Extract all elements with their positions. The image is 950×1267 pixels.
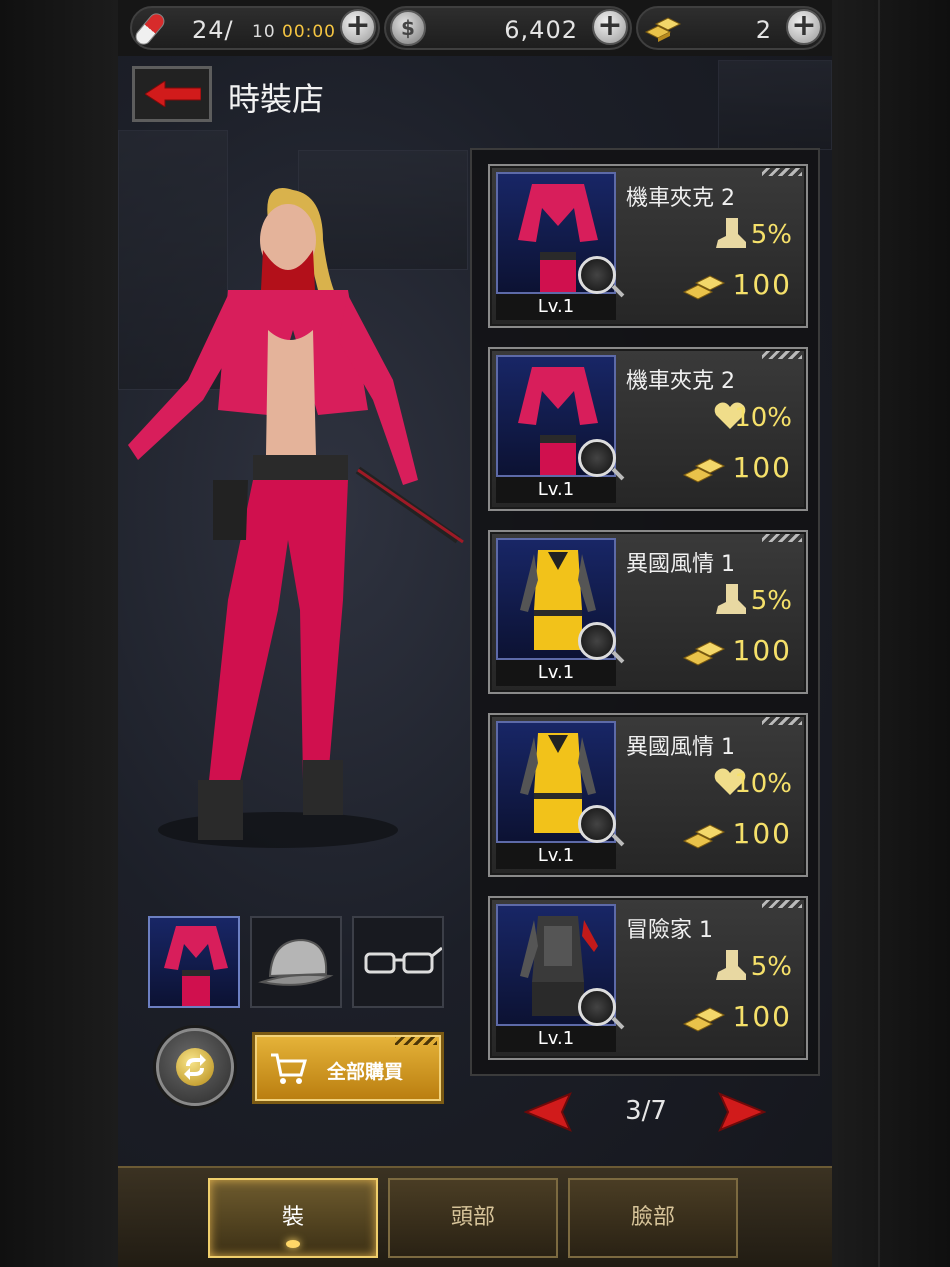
buy-all-button[interactable]: 全部購買 [252, 1032, 444, 1104]
tab-label: 臉部 [630, 1205, 675, 1230]
gold-counter: 2 + [636, 6, 826, 50]
energy-counter: 24/ 10 00:00 + [130, 6, 380, 50]
right-frame [832, 0, 950, 1267]
energy-pill-icon [132, 10, 168, 48]
item-card[interactable]: Lv.1 異國風情 1 10% 100 [488, 713, 808, 877]
add-energy-button[interactable]: + [340, 9, 376, 45]
item-card[interactable]: Lv.1 機車夾克 2 10% 100 [488, 347, 808, 511]
refresh-icon [176, 1048, 214, 1086]
slot-head[interactable] [250, 916, 342, 1008]
background-shelf [718, 60, 832, 150]
item-bonus: 5% [750, 586, 792, 616]
gold-bars-icon [682, 275, 726, 300]
item-bonus: 5% [750, 952, 792, 982]
tab-label: 頭部 [450, 1205, 495, 1230]
page-title: 時裝店 [228, 80, 325, 118]
energy-timer: 00:00 [282, 22, 336, 42]
item-card[interactable]: Lv.1 異國風情 1 5% 100 [488, 530, 808, 694]
decor-stripes [762, 168, 802, 176]
previous-page-button[interactable] [524, 1092, 572, 1132]
next-page-button[interactable] [718, 1092, 766, 1132]
back-arrow-icon [145, 81, 201, 107]
gold-bars-icon [682, 458, 726, 483]
slot-outfit[interactable] [148, 916, 240, 1008]
category-tab-bar: 裝 頭部 臉部 [118, 1166, 832, 1267]
item-bonus: 5% [750, 220, 792, 250]
item-level: Lv.1 [496, 660, 616, 686]
magnify-icon[interactable] [578, 439, 616, 477]
item-price: 100 [732, 268, 792, 301]
coin-value: 6,402 [504, 16, 578, 44]
gold-bars-icon [682, 1007, 726, 1032]
magnify-icon[interactable] [578, 805, 616, 843]
item-level: Lv.1 [496, 294, 616, 320]
item-price: 100 [732, 817, 792, 850]
item-card[interactable]: Lv.1 機車夾克 2 5% 100 [488, 164, 808, 328]
tab-outfit[interactable]: 裝 [208, 1178, 378, 1258]
decor-stripes [762, 900, 802, 908]
shop-screen: 24/ 10 00:00 + $ 6,402 + 2 + 時裝店 全部購買 Lv… [118, 0, 832, 1267]
gold-bars-icon [644, 17, 682, 42]
item-name: 異國風情 1 [626, 552, 735, 577]
silver-coin-icon: $ [390, 10, 426, 46]
character-preview[interactable] [118, 180, 468, 880]
decor-stripes [395, 1037, 437, 1045]
gold-bars-icon [682, 824, 726, 849]
item-bonus: 10% [734, 769, 792, 799]
magnify-icon[interactable] [578, 988, 616, 1026]
decor-stripes [762, 717, 802, 725]
boot-icon [716, 218, 746, 248]
pink-jacket-icon [164, 926, 228, 1006]
back-button[interactable] [132, 66, 212, 122]
cart-icon [271, 1053, 307, 1084]
resource-bar: 24/ 10 00:00 + $ 6,402 + 2 + [118, 0, 832, 56]
item-card[interactable]: Lv.1 冒險家 1 5% 100 [488, 896, 808, 1060]
boot-icon [716, 584, 746, 614]
decor-stripes [762, 534, 802, 542]
item-name: 機車夾克 2 [626, 186, 735, 211]
item-level: Lv.1 [496, 1026, 616, 1052]
coin-counter: $ 6,402 + [384, 6, 632, 50]
magnify-icon[interactable] [578, 622, 616, 660]
decor-stripes [762, 351, 802, 359]
gold-bars-icon [682, 641, 726, 666]
item-level: Lv.1 [496, 843, 616, 869]
item-price: 100 [732, 634, 792, 667]
energy-value: 24/ [192, 16, 234, 44]
slot-face[interactable] [352, 916, 444, 1008]
item-name: 異國風情 1 [626, 735, 735, 760]
item-name: 冒險家 1 [626, 918, 713, 943]
item-level: Lv.1 [496, 477, 616, 503]
item-list-panel: Lv.1 機車夾克 2 5% 100 Lv.1 機車夾克 2 10% 100 L… [470, 148, 820, 1076]
left-frame [0, 0, 118, 1267]
item-price: 100 [732, 451, 792, 484]
cap-icon [258, 938, 334, 986]
tab-label: 裝 [281, 1205, 304, 1230]
refresh-button[interactable] [156, 1028, 234, 1106]
page-indicator: 3/7 [625, 1096, 667, 1126]
boot-icon [716, 950, 746, 980]
gold-value: 2 [755, 16, 772, 44]
item-price: 100 [732, 1000, 792, 1033]
tab-face[interactable]: 臉部 [568, 1178, 738, 1258]
active-indicator [286, 1240, 300, 1248]
buy-all-label: 全部購買 [327, 1061, 404, 1083]
add-coins-button[interactable]: + [592, 9, 628, 45]
magnify-icon[interactable] [578, 256, 616, 294]
tab-head[interactable]: 頭部 [388, 1178, 558, 1258]
energy-cap: 10 [252, 22, 276, 42]
item-name: 機車夾克 2 [626, 369, 735, 394]
add-gold-button[interactable]: + [786, 9, 822, 45]
item-bonus: 10% [734, 403, 792, 433]
glasses-icon [364, 946, 442, 974]
